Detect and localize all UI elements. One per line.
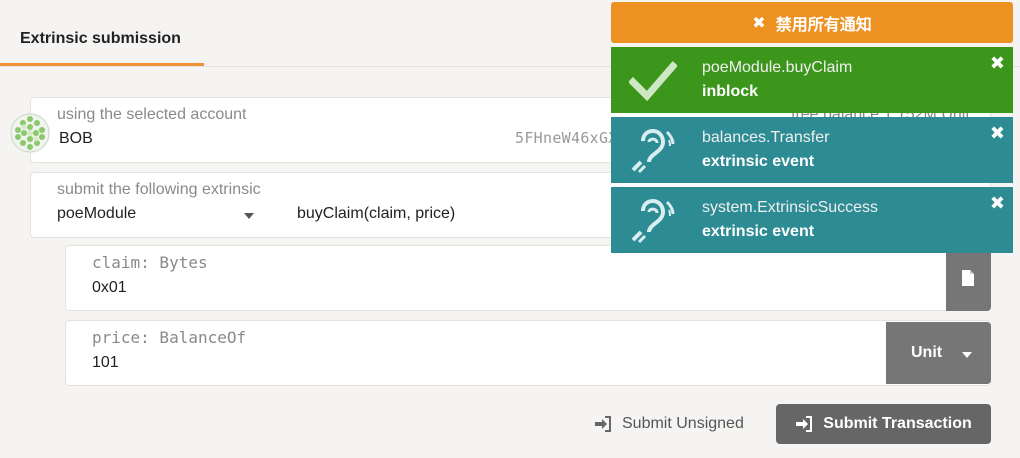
notification-status: extrinsic event [702, 153, 815, 170]
module-chevron-down-icon[interactable] [244, 213, 254, 219]
price-param-label: price: BalanceOf [92, 328, 247, 347]
assistive-listening-icon [631, 128, 675, 174]
account-name: BOB [59, 130, 93, 147]
notification-title: system.ExtrinsicSuccess [702, 199, 879, 216]
submit-transaction-label: Submit Transaction [823, 415, 972, 432]
dismiss-all-label: 禁用所有通知 [775, 16, 872, 34]
call-select[interactable]: buyClaim(claim, price) [297, 205, 455, 223]
price-param[interactable]: price: BalanceOf 101 [65, 320, 991, 386]
notification-extrinsic-success: system.ExtrinsicSuccess extrinsic event … [611, 187, 1013, 253]
unit-select[interactable]: Unit [886, 322, 991, 384]
close-icon: ✖ [752, 14, 766, 32]
submit-transaction-button[interactable]: Submit Transaction [776, 404, 991, 444]
notification-status: inblock [702, 83, 759, 100]
submit-unsigned-button[interactable]: Submit Unsigned [594, 412, 744, 436]
file-icon [962, 270, 974, 286]
claim-param-label: claim: Bytes [92, 253, 208, 272]
claim-param[interactable]: claim: Bytes 0x01 [65, 245, 991, 311]
tab-extrinsic-submission[interactable]: Extrinsic submission [0, 20, 204, 66]
close-icon[interactable]: ✖ [990, 53, 1005, 74]
notification-title: poeModule.buyClaim [702, 59, 853, 76]
sign-in-icon [796, 416, 813, 432]
unit-chevron-down-icon [962, 352, 972, 358]
checkmark-icon [629, 61, 677, 102]
file-upload-button[interactable] [946, 245, 991, 311]
notification-transfer: balances.Transfer extrinsic event ✖ [611, 117, 1013, 183]
account-identicon [10, 113, 50, 153]
module-select[interactable]: poeModule [57, 205, 136, 223]
unit-label: Unit [911, 344, 943, 361]
account-label: using the selected account [57, 106, 247, 123]
price-param-value[interactable]: 101 [92, 354, 119, 372]
notification-status: extrinsic event [702, 223, 815, 240]
dismiss-all-notifications-button[interactable]: ✖ 禁用所有通知 [611, 2, 1013, 43]
sign-in-icon [595, 416, 611, 432]
notification-title: balances.Transfer [702, 129, 830, 146]
extrinsic-label: submit the following extrinsic [57, 181, 261, 198]
assistive-listening-icon [631, 198, 675, 244]
claim-param-value[interactable]: 0x01 [92, 279, 127, 297]
close-icon[interactable]: ✖ [990, 123, 1005, 144]
submit-unsigned-label: Submit Unsigned [622, 415, 744, 432]
close-icon[interactable]: ✖ [990, 193, 1005, 214]
notification-buyclaim: poeModule.buyClaim inblock ✖ [611, 47, 1013, 113]
